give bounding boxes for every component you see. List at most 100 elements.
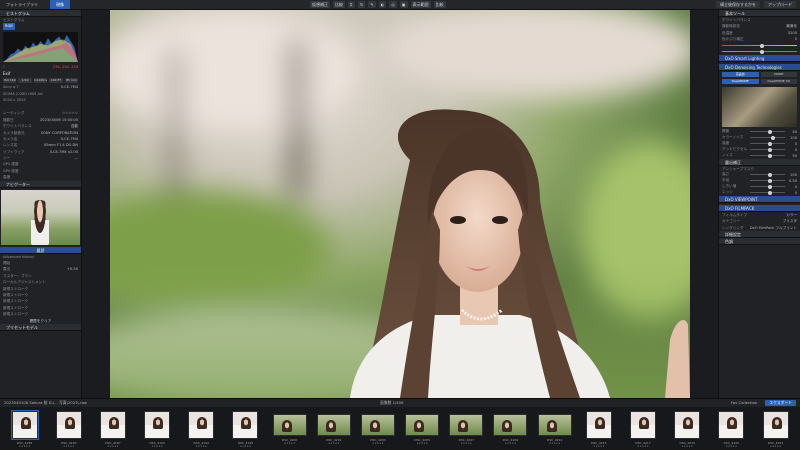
thumbnail-image[interactable] [449, 414, 484, 436]
thumbnail-rating[interactable]: ★★★★★ [681, 445, 693, 448]
slider-value[interactable]: 50 [787, 154, 797, 158]
slider-track[interactable] [750, 172, 785, 177]
slider-track[interactable] [750, 141, 785, 146]
histogram-header[interactable]: ヒストグラム [0, 10, 81, 17]
collection-label[interactable]: Fav Collection [727, 400, 761, 406]
slider-track[interactable] [750, 135, 785, 140]
metadata-header[interactable] [0, 103, 81, 111]
film-strip-thumbnail[interactable]: DSC_4220 ★★★★★ [711, 410, 752, 450]
slider-value[interactable]: 4 [787, 185, 797, 189]
film-strip-thumbnail[interactable]: DSC_4187 ★★★★★ [92, 410, 133, 450]
folder-path[interactable]: 2023040106 Sakura 桜 D:\... 写真\2023\.raw [4, 400, 87, 406]
basic-tools-header[interactable]: 基本ツール [719, 10, 800, 17]
slider-knob[interactable] [767, 147, 772, 152]
repair-icon[interactable]: ✎ [368, 1, 376, 8]
thumbnail-image[interactable] [99, 411, 126, 439]
slider-knob[interactable] [767, 190, 772, 195]
film-strip-thumbnail[interactable]: DSC_4180 ★★★★★ [48, 410, 89, 450]
film-strip-thumbnail[interactable]: DSC_4207 ★★★★★ [446, 410, 487, 450]
slider-track[interactable] [750, 147, 785, 152]
slider-knob[interactable] [767, 178, 772, 183]
slider-value[interactable]: 40 [787, 130, 797, 134]
rgb-button[interactable]: RGB [3, 23, 15, 30]
details-header[interactable]: 詳細設定 [719, 231, 800, 239]
tab-photo-library[interactable]: フォトライブラリ [0, 0, 44, 9]
slider-knob[interactable] [767, 129, 772, 134]
save-settings-button[interactable]: 構立後保存するかを [716, 1, 760, 8]
thumbnail-image[interactable] [493, 414, 528, 436]
thumbnail-rating[interactable]: ★★★★★ [372, 442, 384, 445]
slider-knob[interactable] [771, 135, 775, 140]
picker-icon[interactable]: ◎ [389, 1, 397, 8]
film-strip-thumbnail[interactable]: DSC_4196 ★★★★★ [225, 410, 266, 450]
viewpoint-header[interactable]: DxO VIEWPOINT [719, 195, 800, 203]
film-strip-thumbnail[interactable]: DSC_4201 ★★★★★ [313, 410, 354, 450]
slider-value[interactable]: 0.50 [787, 179, 797, 183]
denoise-tab-deepprime-xd[interactable]: DeepPRIME XD [760, 78, 797, 84]
film-strip-thumbnail[interactable]: DSC_4215 ★★★★★ [578, 410, 619, 450]
thumbnail-rating[interactable]: ★★★★★ [505, 442, 517, 445]
thumbnail-image[interactable] [537, 414, 572, 436]
thumbnail-rating[interactable]: ★★★★★ [770, 445, 782, 448]
slider-value[interactable]: 100 [787, 173, 797, 177]
slider-knob[interactable] [767, 184, 772, 189]
smart-lighting-header[interactable]: DxO Smart Lighting [719, 54, 800, 62]
film-strip-thumbnail[interactable]: DSC_4203 ★★★★★ [357, 410, 398, 450]
tab-develop[interactable]: 現像 [50, 0, 70, 9]
thumbnail-rating[interactable]: ★★★★★ [284, 442, 296, 445]
denoise-tab-prime[interactable]: PRIME [760, 71, 797, 77]
thumbnail-rating[interactable]: ★★★★★ [240, 445, 252, 448]
rotate-icon[interactable]: ↻ [358, 1, 366, 8]
slider-track[interactable] [750, 178, 785, 183]
slider-track[interactable] [750, 153, 785, 158]
slider-track[interactable] [750, 190, 785, 195]
slider-knob[interactable] [767, 172, 772, 177]
virtual-correction-button[interactable]: 仮想補正 [310, 1, 330, 8]
filmpack-header[interactable]: DxO FILMPACK [719, 204, 800, 212]
history-tab[interactable]: 履歴 [0, 246, 81, 254]
thumbnail-rating[interactable]: ★★★★★ [549, 442, 561, 445]
film-strip-thumbnail[interactable]: DSC_4212 ★★★★★ [534, 410, 575, 450]
crop-icon[interactable]: ⌗ [348, 1, 355, 8]
preset-header[interactable]: プリセットモデル [0, 323, 81, 331]
film-strip-thumbnail[interactable]: DSC_4205 ★★★★★ [402, 410, 443, 450]
view-range-button[interactable]: 表示範囲 [410, 1, 431, 8]
thumbnail-image[interactable] [762, 411, 789, 439]
thumbnail-rating[interactable]: ★★★★★ [195, 445, 207, 448]
export-button[interactable]: エクスポート [765, 400, 796, 406]
thumbnail-rating[interactable]: ★★★★★ [19, 445, 31, 448]
thumbnail-rating[interactable]: ★★★★★ [637, 445, 649, 448]
denoise-tab-deepprime[interactable]: DeepPRIME [722, 78, 759, 84]
slider-knob[interactable] [767, 153, 772, 158]
slider-value[interactable]: 0 [787, 191, 797, 195]
film-strip-thumbnail[interactable]: DSC_4219 ★★★★★ [667, 410, 708, 450]
slider-track[interactable] [750, 129, 785, 134]
film-strip-thumbnail[interactable]: DSC_4209 ★★★★★ [490, 410, 531, 450]
local-adjust-icon[interactable]: ◐ [378, 1, 387, 8]
slider-value[interactable]: 0 [787, 148, 797, 152]
film-strip-thumbnail[interactable]: DSC_4190 ★★★★★ [137, 410, 178, 450]
film-strip-thumbnail[interactable]: DSC_4200 ★★★★★ [269, 410, 310, 450]
thumbnail-image[interactable] [405, 414, 440, 436]
compare-button[interactable]: 比較 [433, 1, 446, 8]
film-strip-thumbnail[interactable]: DSC_4217 ★★★★★ [622, 410, 663, 450]
thumbnail-image[interactable] [272, 414, 307, 436]
thumbnail-rating[interactable]: ★★★★★ [416, 442, 428, 445]
thumbnail-image[interactable] [10, 410, 39, 440]
exposure-header[interactable]: 露出補正 [719, 158, 800, 166]
thumbnail-image[interactable] [232, 411, 259, 439]
thumbnail-rating[interactable]: ★★★★★ [460, 442, 472, 445]
mask-icon[interactable]: ▣ [399, 1, 408, 8]
compare-toggle-button[interactable]: 比較 [333, 1, 345, 8]
thumbnail-rating[interactable]: ★★★★★ [328, 442, 340, 445]
tone-header[interactable]: 色調 [719, 238, 800, 246]
film-strip-thumbnail[interactable]: DSC_4185 ★★★★★ [4, 410, 45, 450]
thumbnail-image[interactable] [360, 414, 395, 436]
exif-header[interactable]: Exif [0, 70, 81, 78]
thumbnail-image[interactable] [585, 411, 612, 439]
thumbnail-rating[interactable]: ★★★★★ [593, 445, 605, 448]
slider-knob[interactable] [767, 141, 772, 146]
film-strip-thumbnail[interactable]: DSC_4192 ★★★★★ [181, 410, 222, 450]
navigator-preview[interactable] [1, 189, 80, 245]
slider-track[interactable] [750, 184, 785, 189]
